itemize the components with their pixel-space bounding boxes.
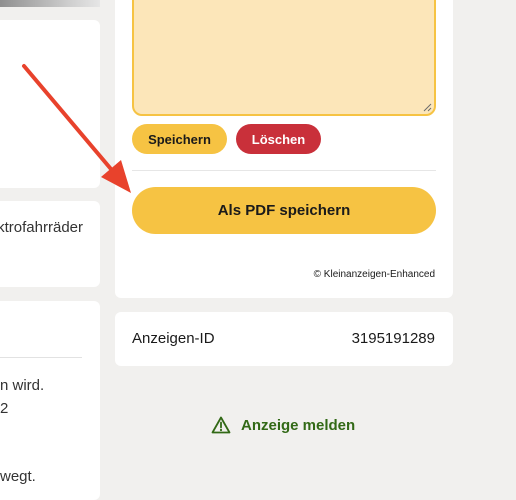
copyright-text: © Kleinanzeigen-Enhanced [313,269,435,280]
report-ad-label: Anzeige melden [241,416,356,434]
page: ktrofahrräder n wird. 2 wegt. Speichern … [0,0,516,500]
resize-handle-icon[interactable] [422,102,432,112]
report-ad-link[interactable]: Anzeige melden [211,416,355,434]
left-category-text: ktrofahrräder [0,219,83,236]
save-note-button[interactable]: Speichern [132,124,227,154]
card-divider [132,170,436,171]
delete-note-button[interactable]: Löschen [236,124,321,154]
notes-textarea[interactable] [132,0,436,116]
left-divider [0,357,82,358]
left-card-top [0,20,100,188]
left-image-strip [0,0,100,7]
left-description-line: n wird. [0,377,45,394]
ad-id-label: Anzeigen-ID [132,330,215,347]
ad-id-value: 3195191289 [351,330,435,347]
left-card-category [0,201,100,287]
left-description-line: wegt. [0,468,36,485]
left-description-line: 2 [0,400,9,417]
warning-triangle-icon [211,416,231,434]
save-as-pdf-button[interactable]: Als PDF speichern [132,187,436,234]
